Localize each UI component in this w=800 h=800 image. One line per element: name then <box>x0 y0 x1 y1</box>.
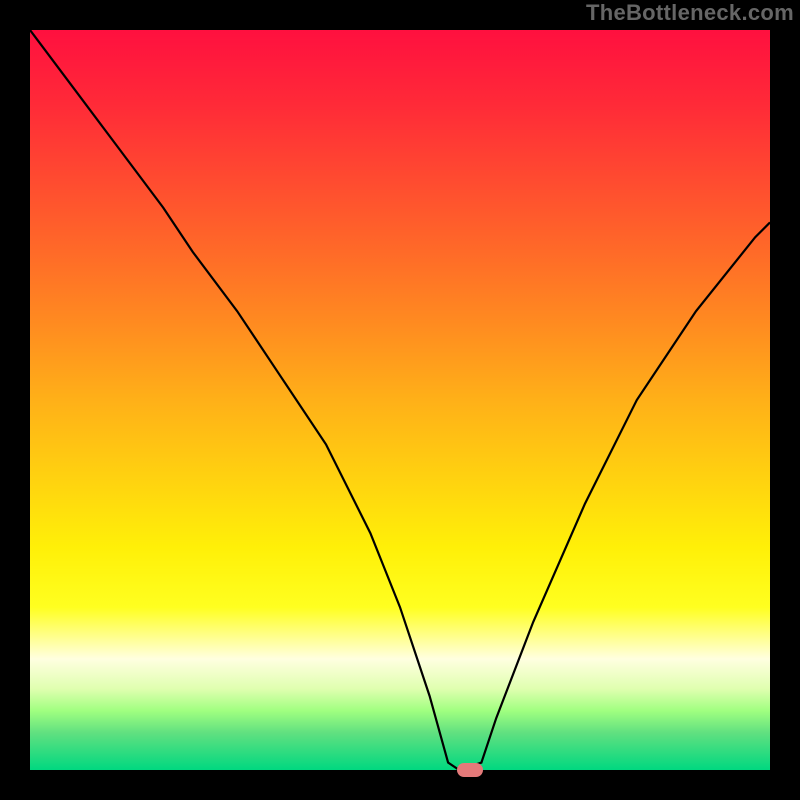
bottleneck-curve <box>30 30 770 770</box>
bottleneck-chart: TheBottleneck.com <box>0 0 800 800</box>
watermark-text: TheBottleneck.com <box>586 0 794 26</box>
optimal-point-marker <box>457 763 483 777</box>
